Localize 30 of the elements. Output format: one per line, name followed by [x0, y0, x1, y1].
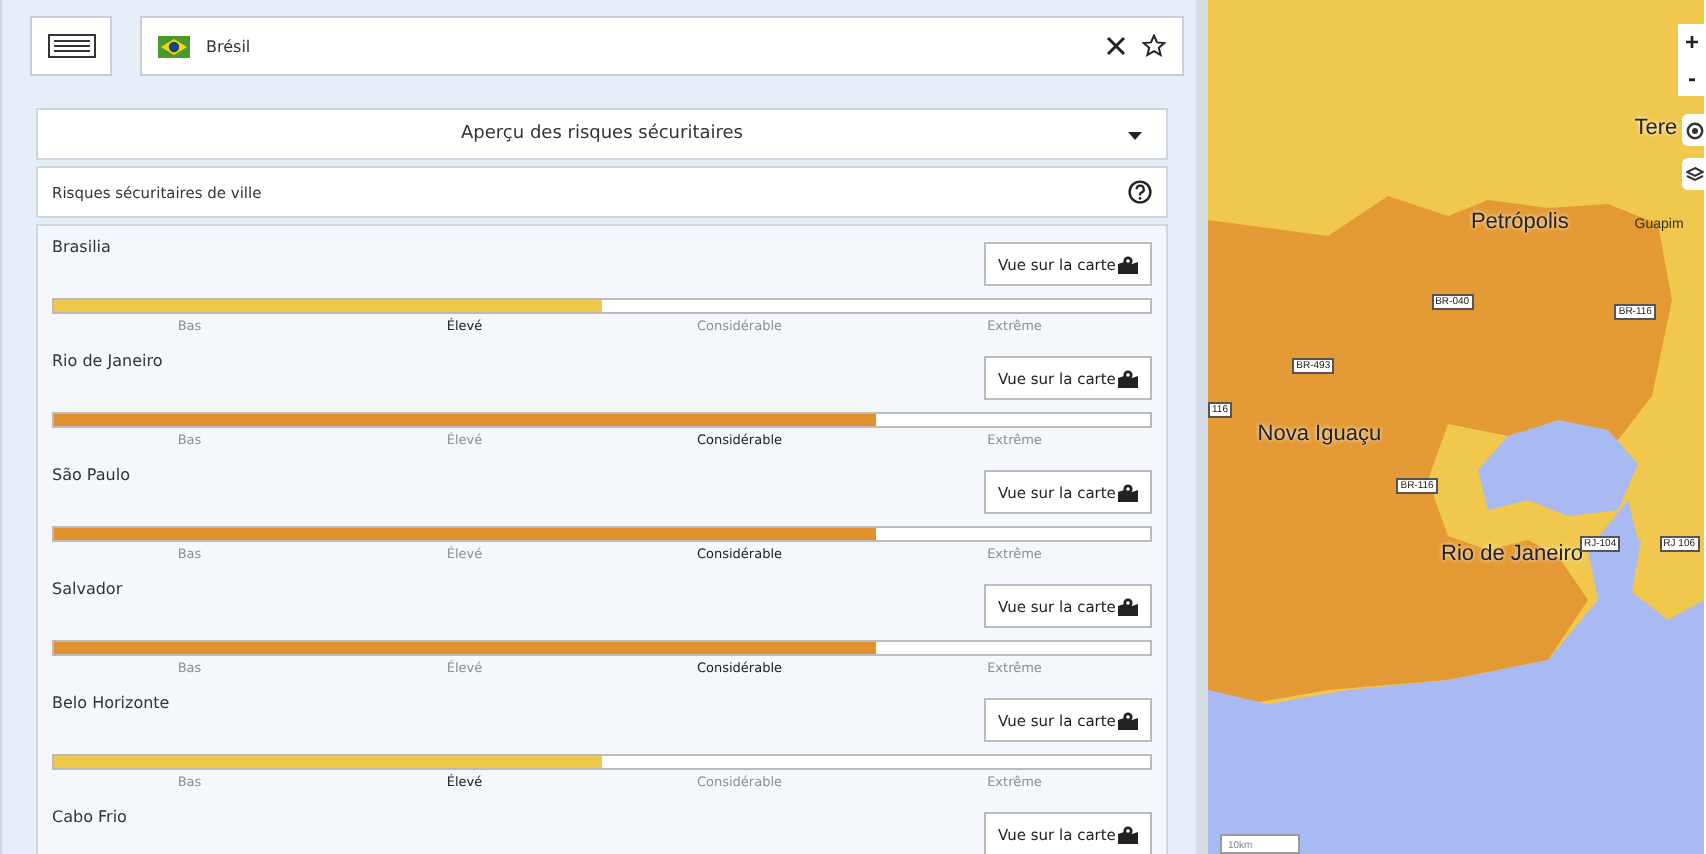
city-label: Nova Iguaçu	[1257, 422, 1382, 447]
map-pin-icon	[1118, 597, 1138, 615]
city-name: Salvador	[52, 580, 123, 598]
caret-icon	[1128, 132, 1142, 140]
city-label: Rio de Janeiro	[1441, 542, 1583, 567]
section-header[interactable]: Aperçu des risques sécuritaires	[36, 108, 1168, 160]
city-name: Rio de Janeiro	[52, 352, 163, 370]
search-value: Brésil	[206, 37, 253, 55]
city-name: Cabo Frio	[52, 808, 127, 826]
menu-icon	[47, 34, 95, 58]
menu-button[interactable]	[30, 16, 112, 76]
map-pin-icon	[1118, 825, 1138, 843]
map-pin-icon	[1118, 369, 1138, 387]
target-icon[interactable]	[1685, 121, 1703, 139]
city-name: Brasilia	[52, 238, 111, 256]
favorite-button[interactable]	[1142, 34, 1166, 58]
map-pin-icon	[1118, 255, 1138, 273]
search-field[interactable]: Brésil	[140, 16, 1184, 76]
city-name: Belo Horizonte	[52, 694, 170, 712]
layers-icon[interactable]	[1685, 165, 1703, 183]
city-name: São Paulo	[52, 466, 130, 484]
city-label: Petrópolis	[1470, 209, 1569, 234]
city-label: Tere	[1634, 115, 1678, 140]
flag-icon	[158, 35, 190, 57]
map-pin-icon	[1118, 483, 1138, 501]
map-pin-icon	[1118, 711, 1138, 729]
help-icon[interactable]	[1128, 180, 1152, 204]
star-icon	[1142, 34, 1166, 58]
clear-button[interactable]	[1106, 36, 1126, 56]
close-icon	[1106, 36, 1126, 56]
